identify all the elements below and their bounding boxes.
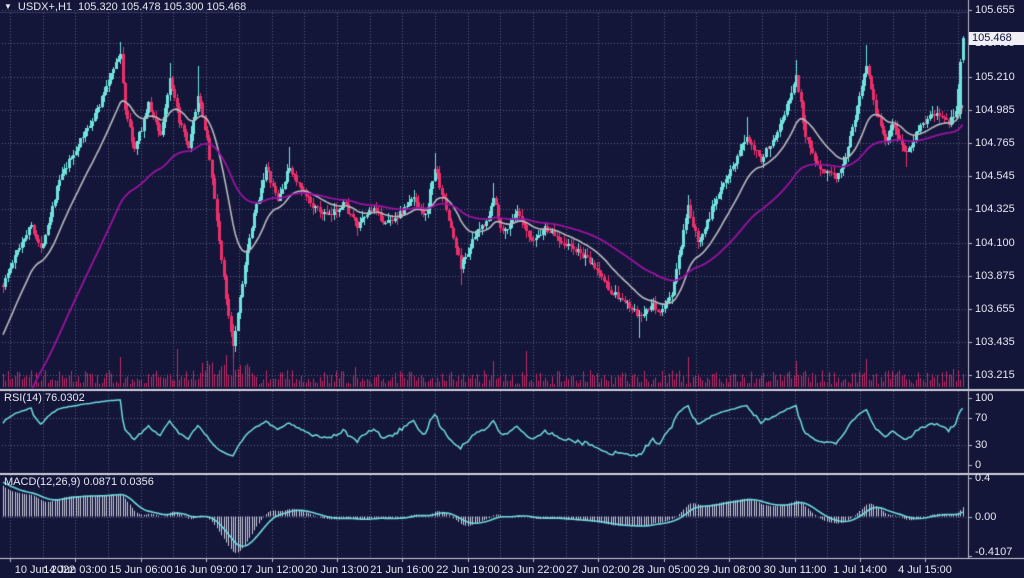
time-axis-label: 14 Jun 03:00 [43,564,107,576]
time-axis-label: 17 Jun 12:00 [240,564,304,576]
price-axis-label: 104.985 [975,104,1015,116]
chart-title-bar: ▼ USDX+,H1 105.320 105.478 105.300 105.4… [4,1,246,13]
price-axis-label: 104.325 [975,203,1015,215]
time-axis-label: 22 Jun 19:00 [436,564,500,576]
chart-canvas[interactable] [0,0,1024,578]
rsi-axis-label: 70 [975,412,987,424]
time-axis-label: 15 Jun 06:00 [109,564,173,576]
price-axis-label: 104.765 [975,137,1015,149]
price-axis-label: 105.210 [975,71,1015,83]
time-axis-label: 23 Jun 22:00 [501,564,565,576]
price-axis-label: 104.100 [975,237,1015,249]
symbol-dropdown-icon[interactable]: ▼ [4,1,12,13]
rsi-indicator-label: RSI(14) 76.0302 [4,392,85,404]
price-axis-label: 103.435 [975,336,1015,348]
time-axis-label: 28 Jun 05:00 [632,564,696,576]
ohlc-values: 105.320 105.478 105.300 105.468 [78,1,246,13]
price-axis-label: 103.875 [975,270,1015,282]
price-axis-label: 104.545 [975,170,1015,182]
time-axis-label: 20 Jun 13:00 [305,564,369,576]
time-axis-label: 21 Jun 16:00 [370,564,434,576]
rsi-axis-label: 100 [975,392,993,404]
chart-window: ▼ USDX+,H1 105.320 105.478 105.300 105.4… [0,0,1024,578]
current-price-tag: 105.468 [969,32,1024,45]
macd-axis-label: 0.00 [975,511,996,523]
time-axis-label: 29 Jun 08:00 [697,564,761,576]
panel-resize-handle[interactable] [0,556,1024,560]
time-axis-label: 16 Jun 09:00 [174,564,238,576]
time-axis-label: 1 Jul 14:00 [833,564,887,576]
time-axis-label: 27 Jun 02:00 [566,564,630,576]
panel-resize-handle[interactable] [0,388,1024,392]
macd-indicator-label: MACD(12,26,9) 0.0871 0.0356 [4,476,154,488]
time-axis-label: 4 Jul 15:00 [898,564,952,576]
panel-resize-handle[interactable] [0,472,1024,476]
rsi-axis-label: 0 [975,459,981,471]
time-axis[interactable]: 10 Jun 202214 Jun 03:0015 Jun 06:0016 Ju… [0,560,1024,578]
price-axis-label: 103.215 [975,369,1015,381]
price-axis-label: 105.655 [975,4,1015,16]
symbol-label[interactable]: USDX+,H1 [18,1,72,13]
price-axis-label: 103.655 [975,303,1015,315]
rsi-axis-label: 30 [975,439,987,451]
time-axis-label: 30 Jun 11:00 [764,564,827,576]
